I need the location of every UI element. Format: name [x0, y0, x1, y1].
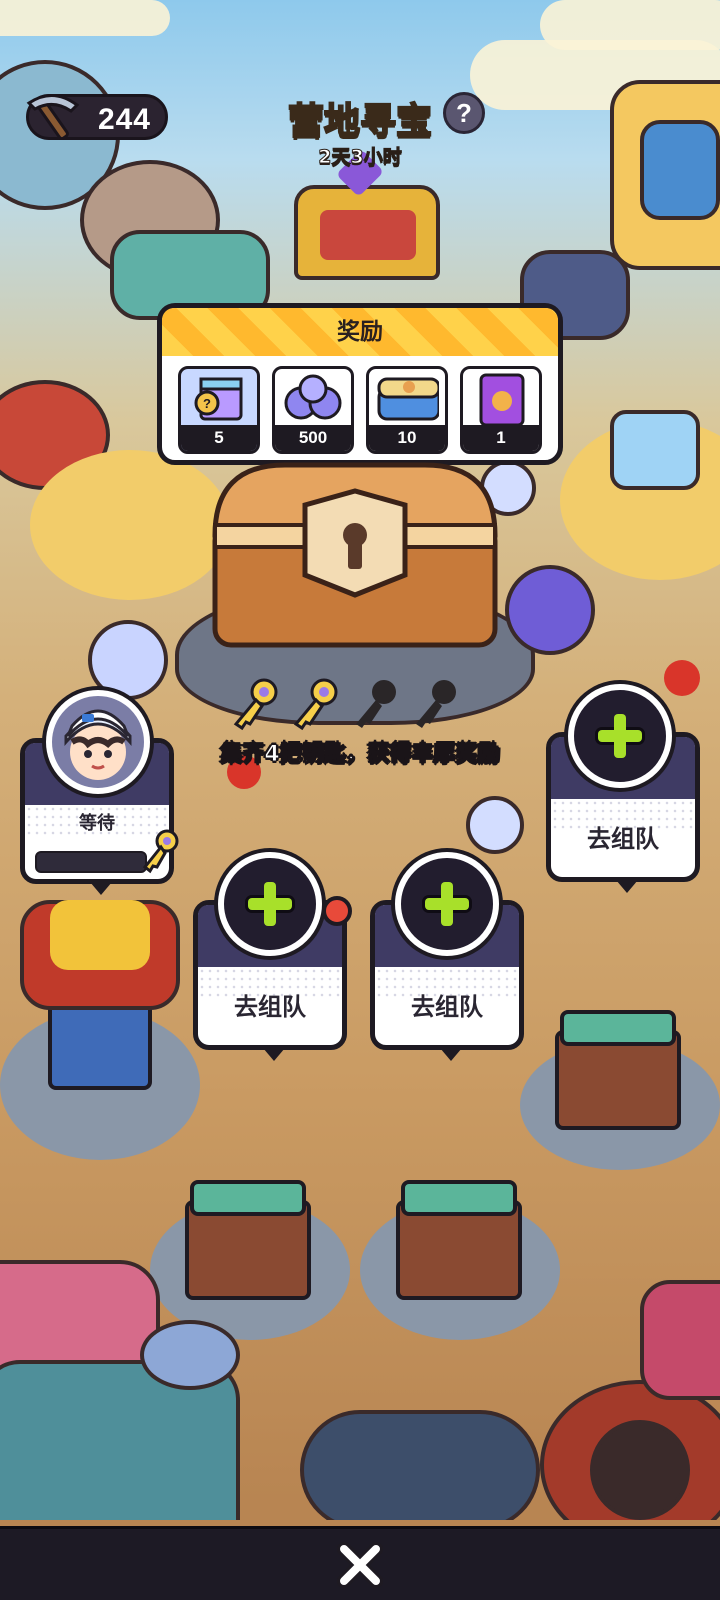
card-pack-icon: [469, 373, 533, 427]
page-title: 营地寻宝: [287, 100, 433, 143]
plus-icon-bar: [441, 882, 453, 926]
slot-pointer: [90, 882, 112, 895]
key-icon: [141, 827, 181, 875]
close-icon[interactable]: [336, 1541, 384, 1589]
event-title-wrap: 营地寻宝: [0, 92, 720, 144]
bottom-bar: [0, 1526, 720, 1600]
key-empty-icon: [408, 676, 464, 732]
add-teammate-button[interactable]: [568, 684, 672, 788]
svg-text:?: ?: [203, 396, 211, 411]
key-icon: [228, 676, 284, 732]
invite-label: 去组队: [587, 825, 659, 853]
mystery-box-icon: ?: [187, 373, 251, 425]
slot-pointer: [263, 1048, 285, 1061]
add-teammate-button[interactable]: [395, 852, 499, 956]
reward-item-mystery-box[interactable]: ? 5: [178, 366, 260, 454]
slot-pointer: [616, 880, 638, 893]
reward-count: 5: [181, 425, 257, 451]
keys-progress: [228, 676, 468, 732]
event-timer: 2天3小时: [318, 146, 402, 169]
avatar[interactable]: [46, 690, 150, 794]
key-icon: [288, 676, 344, 732]
reward-count: 1: [463, 425, 539, 451]
rewards-header: 奖励: [162, 308, 558, 356]
reward-item-orbs[interactable]: 500: [272, 366, 354, 454]
invite-label: 去组队: [234, 993, 306, 1021]
plus-icon-bar: [614, 714, 626, 758]
reward-item-lunchbox[interactable]: 10: [366, 366, 448, 454]
invite-label: 去组队: [411, 993, 483, 1021]
orbs-icon: [281, 373, 345, 425]
reward-count: 500: [275, 425, 351, 451]
reward-count: 10: [369, 425, 445, 451]
notification-dot: [322, 896, 352, 926]
reward-item-card-pack[interactable]: 1: [460, 366, 542, 454]
key-empty-icon: [348, 676, 404, 732]
add-teammate-button[interactable]: [218, 852, 322, 956]
slot-pointer: [440, 1048, 462, 1061]
treasure-chest[interactable]: [205, 455, 505, 655]
lunchbox-chest-icon: [375, 373, 441, 425]
rewards-list: ? 5 500 10 1: [176, 366, 548, 456]
help-button[interactable]: ?: [443, 92, 485, 134]
player-key-progress: [35, 851, 147, 873]
rewards-panel: 奖励 ? 5 500 10 1: [157, 303, 563, 474]
plus-icon-bar: [264, 882, 276, 926]
